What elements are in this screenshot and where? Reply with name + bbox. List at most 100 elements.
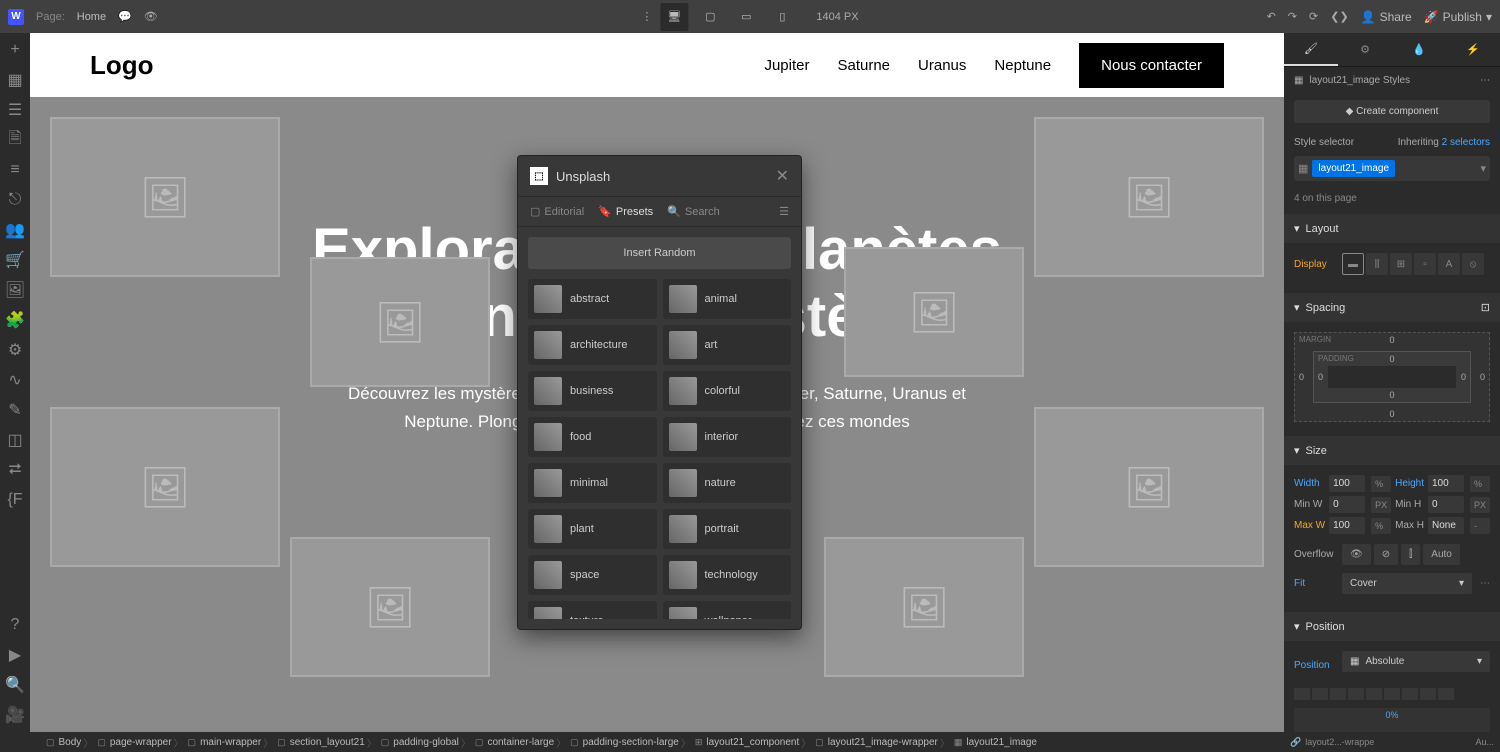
preview-icon[interactable]: 👁 [144,10,158,23]
redo-icon[interactable]: ↷ [1288,10,1297,23]
preset-colorful[interactable]: colorful [663,371,792,411]
image-placeholder[interactable]: 🖼 [290,537,490,677]
minh-input[interactable] [1428,496,1464,513]
desktop-viewport-button[interactable]: 🖥 [660,3,688,31]
image-placeholder[interactable]: 🖼 [824,537,1024,677]
breadcrumb-item[interactable]: ▢section_layout21 [269,737,373,748]
tab-presets[interactable]: 🔖 Presets [598,205,653,218]
selectors-link[interactable]: 2 selectors [1442,137,1490,148]
display-flex-button[interactable]: ⫼ [1366,253,1388,275]
pos-preset[interactable] [1402,688,1418,700]
nav-link-saturne[interactable]: Saturne [837,57,890,74]
site-logo[interactable]: Logo [90,50,154,81]
preset-portrait[interactable]: portrait [663,509,792,549]
video-icon[interactable]: ▶ [6,646,24,664]
display-inline-button[interactable]: A [1438,253,1460,275]
fit-more-icon[interactable]: ⋯ [1480,578,1490,589]
logic-icon[interactable]: ⎋ [6,191,24,209]
preset-animal[interactable]: animal [663,279,792,319]
preset-interior[interactable]: interior [663,417,792,457]
nav-prev-label[interactable]: layout2...-wrappe [1305,737,1374,747]
interactions-tab[interactable]: ⚡ [1446,33,1500,66]
nav-next-label[interactable]: Au... [1475,737,1494,747]
nav-prev-icon[interactable]: 🔗 [1290,737,1301,748]
nav-link-uranus[interactable]: Uranus [918,57,966,74]
breadcrumb-item[interactable]: ▢padding-global [373,737,467,748]
tablet-viewport-button[interactable]: ▢ [696,3,724,31]
padding-bottom[interactable]: 0 [1389,390,1394,400]
sync-icon[interactable]: ⟳ [1309,10,1318,23]
image-placeholder[interactable]: 🖼 [844,247,1024,377]
preset-plant[interactable]: plant [528,509,657,549]
image-placeholder[interactable]: 🖼 [1034,117,1264,277]
selector-input[interactable]: ▦ layout21_image ▾ [1294,156,1490,181]
preset-business[interactable]: business [528,371,657,411]
preset-art[interactable]: art [663,325,792,365]
insert-random-button[interactable]: Insert Random [528,237,791,269]
add-element-icon[interactable]: + [6,41,24,59]
pos-top[interactable]: 0% [1385,710,1398,720]
cms-icon[interactable]: ≡ [6,161,24,179]
preset-wallpaper[interactable]: wallpaper [663,601,792,619]
pages-icon[interactable]: 🗎 [6,131,24,149]
variables-icon[interactable]: ∿ [6,371,24,389]
preset-abstract[interactable]: abstract [528,279,657,319]
minw-input[interactable] [1329,496,1365,513]
preset-architecture[interactable]: architecture [528,325,657,365]
assets-icon[interactable]: 🖼 [6,281,24,299]
margin-left[interactable]: 0 [1299,372,1304,382]
spacing-editor[interactable]: MARGIN 0 0 0 0 PADDING 0 0 0 0 [1294,332,1490,422]
maxh-unit[interactable]: - [1470,518,1490,534]
width-input[interactable] [1329,475,1365,492]
styles-icon[interactable]: ✎ [6,401,24,419]
page-name[interactable]: Home [77,11,106,23]
ecommerce-icon[interactable]: 🛒 [6,251,24,269]
minw-unit[interactable]: PX [1371,497,1391,513]
tab-search[interactable]: 🔍 Search [667,205,720,218]
margin-top[interactable]: 0 [1389,335,1394,345]
help-icon[interactable]: ? [6,616,24,634]
code-icon[interactable]: ❮❯ [1330,10,1348,23]
breadcrumb-item[interactable]: ▢layout21_image-wrapper [807,737,946,748]
breadcrumb-item[interactable]: ▢padding-section-large [562,737,687,748]
pos-preset[interactable] [1420,688,1436,700]
canvas-width[interactable]: 1404 PX [816,11,858,23]
element-menu-icon[interactable]: ⋯ [1480,75,1490,86]
create-component-button[interactable]: ◆ Create component [1294,100,1490,123]
undo-icon[interactable]: ↶ [1267,10,1276,23]
pos-preset[interactable] [1330,688,1346,700]
webflow-logo[interactable]: W [8,9,24,25]
settings-tab[interactable]: ⚙ [1338,33,1392,66]
breadcrumb-item[interactable]: ▢page-wrapper [89,737,179,748]
preset-texture[interactable]: texture [528,601,657,619]
display-grid-button[interactable]: ⊞ [1390,253,1412,275]
maxw-unit[interactable]: % [1371,518,1391,534]
margin-bottom[interactable]: 0 [1389,409,1394,419]
image-placeholder[interactable]: 🖼 [310,257,490,387]
users-icon[interactable]: 👥 [6,221,24,239]
tutorial-icon[interactable]: 🎥 [6,706,24,724]
height-unit[interactable]: % [1470,476,1490,492]
height-input[interactable] [1428,475,1464,492]
preset-nature[interactable]: nature [663,463,792,503]
navigator-icon[interactable]: ▦ [6,71,24,89]
padding-left[interactable]: 0 [1318,372,1323,382]
display-inline-block-button[interactable]: ▫ [1414,253,1436,275]
modal-menu-icon[interactable]: ☰ [779,205,789,218]
position-editor[interactable]: 0% 0% 0% 0% [1294,708,1490,732]
padding-right[interactable]: 0 [1461,372,1466,382]
pos-preset[interactable] [1366,688,1382,700]
breadcrumb-item[interactable]: ▢Body [38,737,89,748]
maxh-input[interactable] [1428,517,1464,534]
components-icon[interactable]: ◫ [6,431,24,449]
image-placeholder[interactable]: 🖼 [50,117,280,277]
maxw-input[interactable] [1329,517,1365,534]
image-placeholder[interactable]: 🖼 [1034,407,1264,567]
layout-section-header[interactable]: ▾ Layout [1284,214,1500,243]
finsweet-icon[interactable]: {F [6,491,24,509]
size-section-header[interactable]: ▾ Size [1284,436,1500,465]
pos-preset[interactable] [1348,688,1364,700]
breadcrumb-item[interactable]: ⊞layout21_component [687,737,807,748]
share-button[interactable]: 👤 Share [1361,10,1412,24]
tab-editorial[interactable]: ▢ Editorial [530,205,584,218]
